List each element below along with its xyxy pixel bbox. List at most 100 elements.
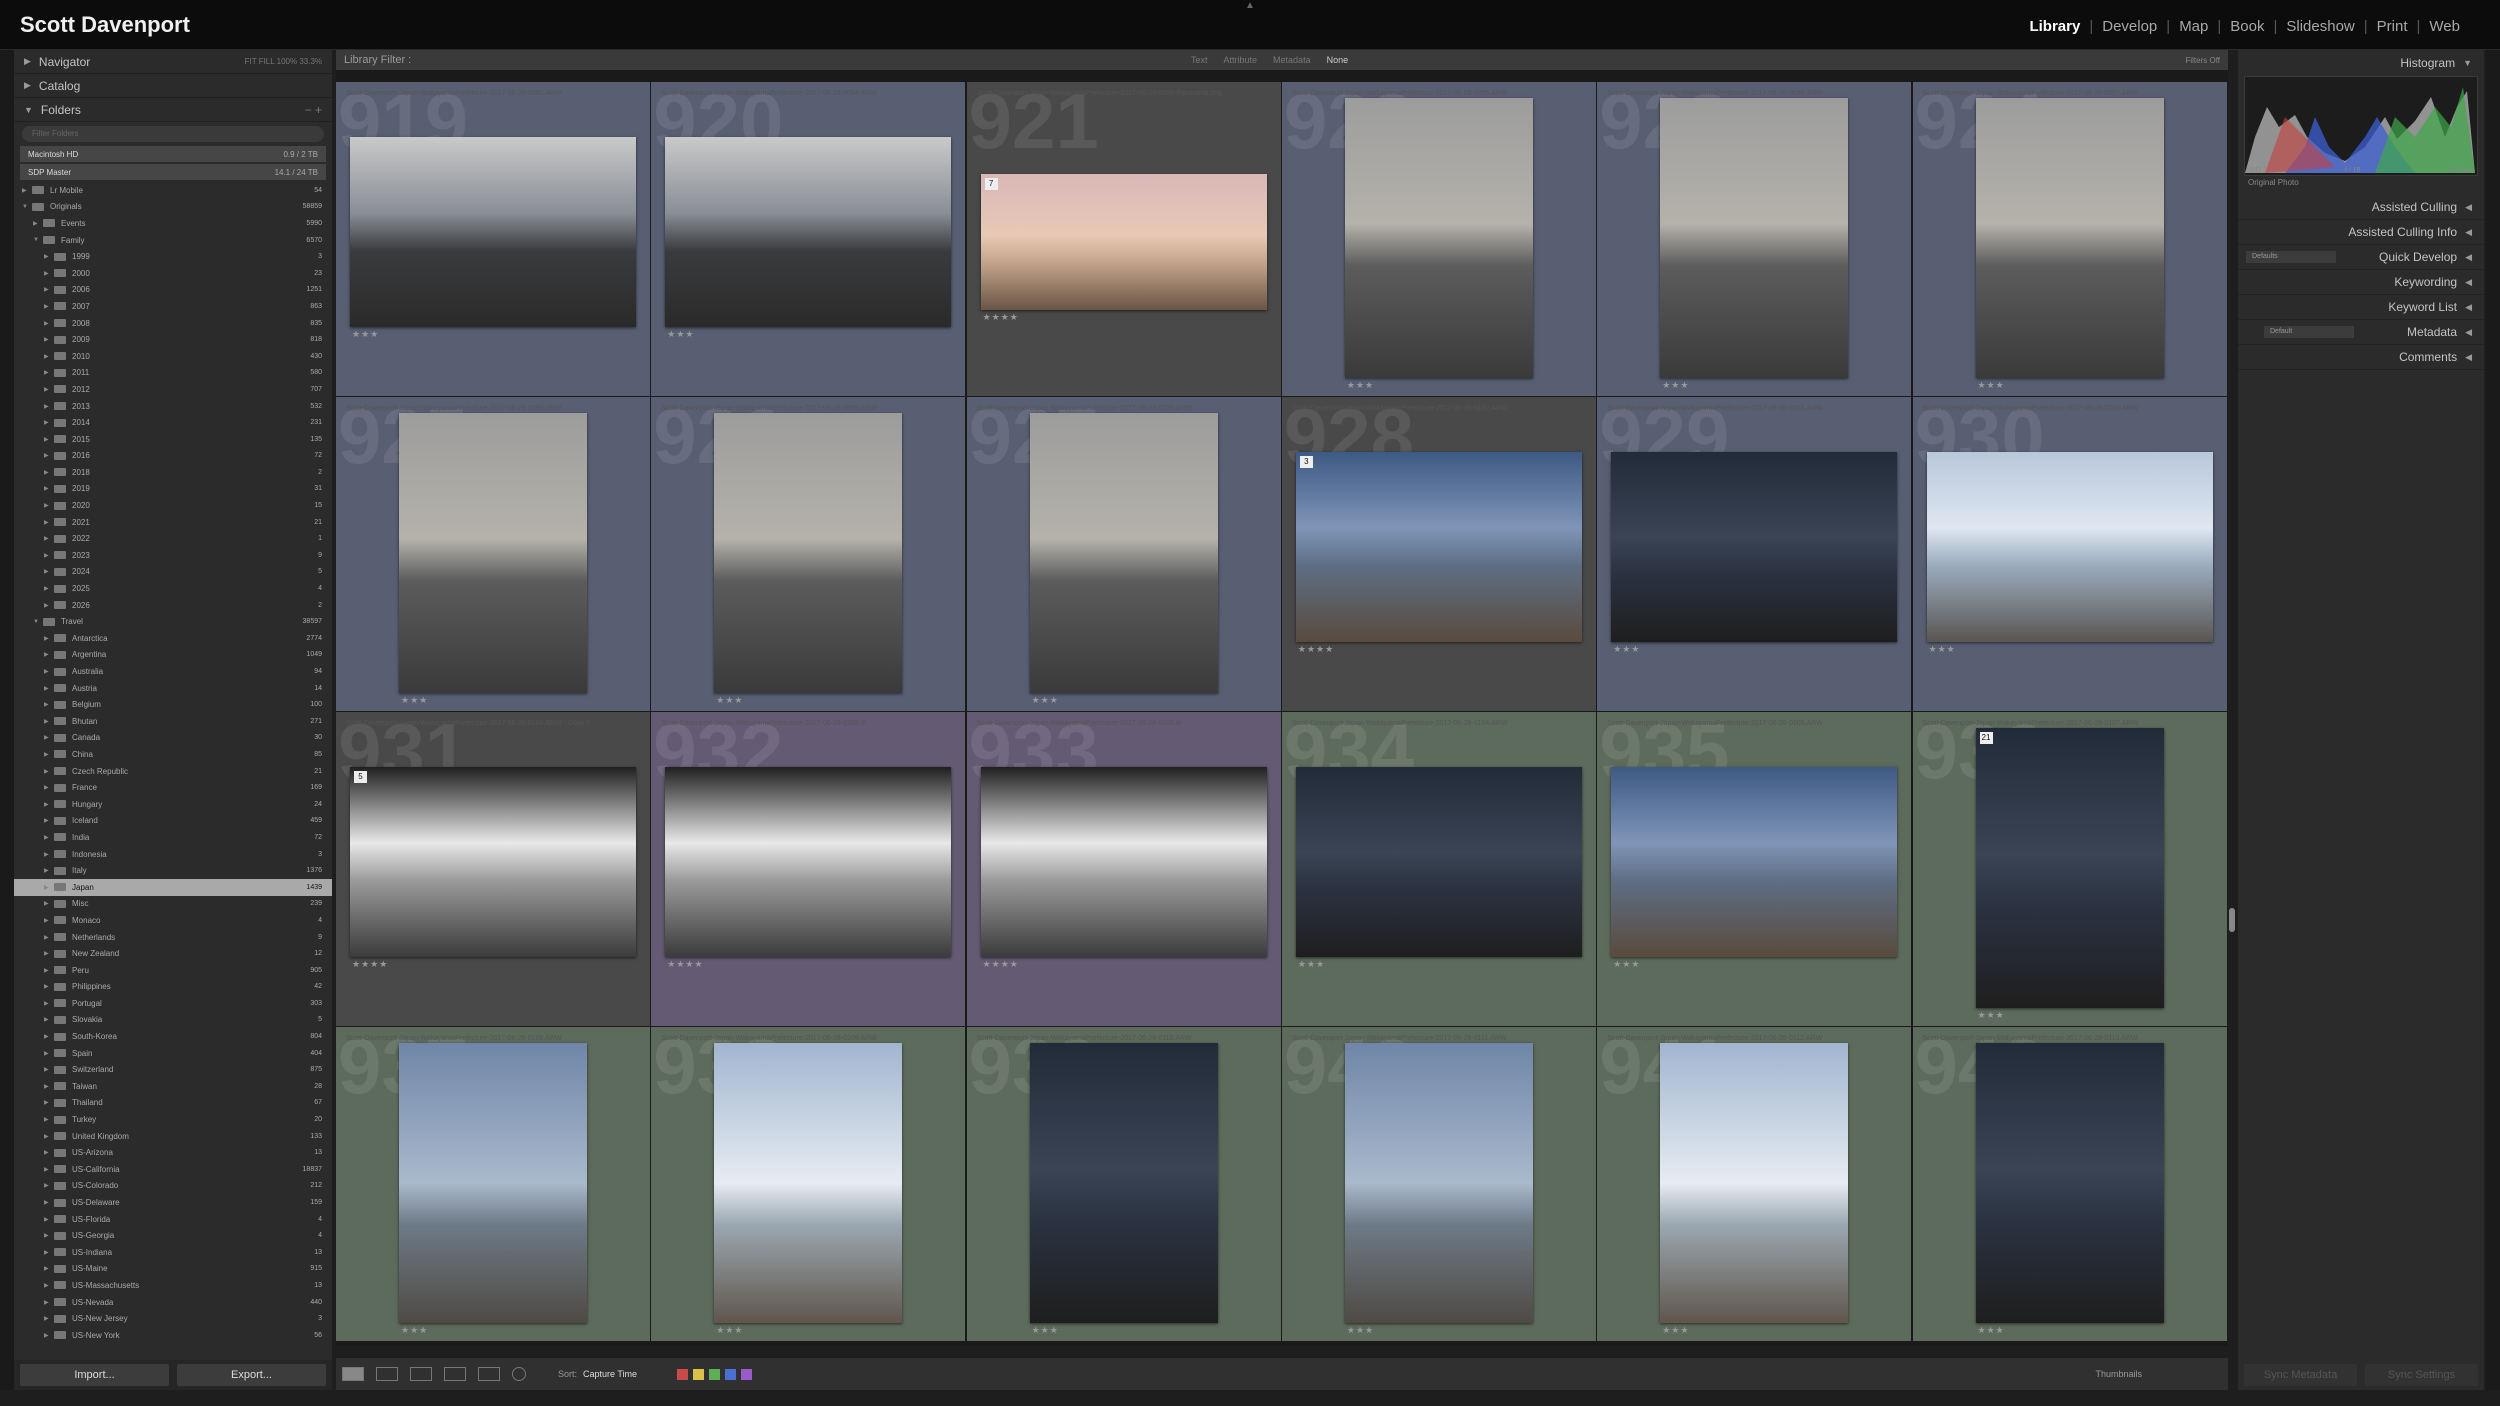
original-photo-checkbox[interactable]: Original Photo [2238,176,2484,195]
folder-row[interactable]: ▶ 2011 580 [14,365,332,382]
collapsed-triangle-icon[interactable]: ▶ [44,784,54,791]
folder-row[interactable]: ▶ Misc 239 [14,896,332,913]
catalog-header[interactable]: ▶ Catalog [14,74,332,98]
folder-row[interactable]: ▶ Peru 905 [14,962,332,979]
collapsed-triangle-icon[interactable]: ▶ [44,884,54,891]
panel-assisted-culling-info[interactable]: Assisted Culling Info ◀ [2238,220,2484,245]
folder-row[interactable]: ▼ Originals 58859 [14,199,332,216]
folder-row[interactable]: ▶ US-Georgia 4 [14,1227,332,1244]
collapsed-triangle-icon[interactable]: ▶ [44,1099,54,1106]
star-rating[interactable]: ★★★ [1978,1010,2005,1021]
star-rating[interactable]: ★★★ [1613,959,1640,970]
thumbnail-cell[interactable]: 940Scott-Davenport-Japan-WakayamaPrefect… [1281,1027,1596,1341]
collapsed-triangle-icon[interactable]: ▶ [44,535,54,542]
thumbnail-image[interactable] [1611,767,1898,957]
sync-settings-button[interactable]: Sync Settings [2365,1364,2478,1386]
filter-option-none[interactable]: None [1327,55,1349,65]
collapsed-triangle-icon[interactable]: ▶ [44,1332,54,1339]
collapsed-triangle-icon[interactable]: ▶ [44,834,54,841]
collapsed-triangle-icon[interactable]: ▶ [44,1133,54,1140]
collapsed-triangle-icon[interactable]: ▶ [44,768,54,775]
collapsed-triangle-icon[interactable]: ▶ [44,1066,54,1073]
thumbnail-image[interactable] [1344,98,1533,378]
collapsed-triangle-icon[interactable]: ▶ [44,585,54,592]
collapsed-triangle-icon[interactable]: ▶ [44,1282,54,1289]
thumbnail-cell[interactable]: 936Scott-Davenport-Japan-WakayamaPrefect… [1912,712,2227,1026]
thumbnail-image[interactable] [399,1043,587,1323]
folder-row[interactable]: ▶ 2008 835 [14,315,332,332]
thumbnail-image[interactable] [1295,767,1582,957]
folder-row[interactable]: ▶ Hungary 24 [14,796,332,813]
collapsed-triangle-icon[interactable]: ▶ [44,270,54,277]
collapsed-triangle-icon[interactable]: ▶ [44,386,54,393]
star-rating[interactable]: ★★★ [716,1325,743,1336]
folder-row[interactable]: ▶ Australia 94 [14,663,332,680]
thumbnail-image[interactable] [350,767,636,957]
navigator-zoom[interactable]: FIT FILL 100% 33.3% [245,57,322,66]
star-rating[interactable]: ★★★ [401,1325,428,1336]
star-rating[interactable]: ★★★ [401,695,428,706]
folder-row[interactable]: ▶ US-California 18837 [14,1161,332,1178]
thumbnail-cell[interactable]: 922Scott-Davenport-Japan-WakayamaPrefect… [1281,82,1596,396]
collapsed-triangle-icon[interactable]: ▶ [44,668,54,675]
compare-view-icon[interactable] [410,1367,432,1381]
panel-metadata[interactable]: Default Metadata ◀ [2238,320,2484,345]
module-print[interactable]: Print [2377,18,2408,35]
star-rating[interactable]: ★★★ [1929,644,1956,655]
thumbnail-cell[interactable]: 919 Scott-Davenport-Japan-WakayamaPrefect… [336,82,650,396]
folder-row[interactable]: ▶ 2015 135 [14,431,332,448]
folder-row[interactable]: ▶ US-New Jersey 3 [14,1310,332,1327]
collapsed-triangle-icon[interactable]: ▶ [44,635,54,642]
folder-row[interactable]: ▶ 2025 4 [14,580,332,597]
thumbnail-cell[interactable]: 934 Scott-Davenport-Japan-WakayamaPrefect… [1281,712,1596,1026]
color-label-0[interactable] [677,1368,689,1380]
loupe-view-icon[interactable] [376,1367,398,1381]
export-button[interactable]: Export... [177,1364,326,1386]
stack-count-badge[interactable]: 3 [1299,456,1313,468]
folder-row[interactable]: ▶ United Kingdom 133 [14,1128,332,1145]
panel-keyword-list[interactable]: Keyword List ◀ [2238,295,2484,320]
folders-header[interactable]: ▼ Folders − + [14,98,332,122]
color-label-3[interactable] [725,1368,737,1380]
folder-row[interactable]: ▶ 2014 231 [14,414,332,431]
folder-row[interactable]: ▶ Bhutan 271 [14,713,332,730]
collapsed-triangle-icon[interactable]: ▶ [44,436,54,443]
star-rating[interactable]: ★★★ [352,329,379,340]
thumbnail-cell[interactable]: 933 Scott-Davenport-Japan-WakayamaPrefect… [966,712,1281,1026]
stack-count-badge[interactable]: 21 [1979,732,1993,744]
module-develop[interactable]: Develop [2102,18,2157,35]
collapsed-triangle-icon[interactable]: ▶ [44,253,54,260]
collapsed-triangle-icon[interactable]: ▶ [44,851,54,858]
navigator-header[interactable]: ▶ Navigator FIT FILL 100% 33.3% [14,50,332,74]
folder-row[interactable]: ▶ Slovakia 5 [14,1012,332,1029]
panel-comments[interactable]: Comments ◀ [2238,345,2484,370]
folder-row[interactable]: ▶ 2012 707 [14,381,332,398]
collapsed-triangle-icon[interactable]: ▶ [44,1249,54,1256]
collapsed-triangle-icon[interactable]: ▶ [44,369,54,376]
thumbnail-image[interactable] [1611,452,1898,642]
collapsed-triangle-icon[interactable]: ▶ [44,1182,54,1189]
collapsed-triangle-icon[interactable]: ▶ [44,286,54,293]
collapsed-triangle-icon[interactable]: ▶ [44,1299,54,1306]
collapsed-triangle-icon[interactable]: ▶ [44,469,54,476]
folder-row[interactable]: ▶ 2019 31 [14,481,332,498]
collapsed-triangle-icon[interactable]: ▶ [33,220,43,227]
thumbnail-image[interactable] [1029,1043,1218,1323]
thumbnail-cell[interactable]: 942Scott-Davenport-Japan-WakayamaPrefect… [1912,1027,2227,1341]
collapsed-triangle-icon[interactable]: ▶ [44,336,54,343]
module-slideshow[interactable]: Slideshow [2286,18,2354,35]
thumbnail-image[interactable] [1975,98,2164,378]
filters-off-dropdown[interactable]: Filters Off [2185,56,2220,65]
thumbnail-cell[interactable]: 930 Scott-Davenport-Japan-WakayamaPrefect… [1912,397,2227,711]
collapsed-triangle-icon[interactable]: ▶ [44,1016,54,1023]
folder-row[interactable]: ▶ US-Massachusetts 13 [14,1277,332,1294]
folder-row[interactable]: ▶ Argentina 1049 [14,647,332,664]
folder-row[interactable]: ▶ US-Indiana 13 [14,1244,332,1261]
collapsed-triangle-icon[interactable]: ▶ [44,1265,54,1272]
collapsed-triangle-icon[interactable]: ▶ [44,1149,54,1156]
star-rating[interactable]: ★★★★ [983,312,1019,323]
collapsed-triangle-icon[interactable]: ▶ [44,1199,54,1206]
collapsed-triangle-icon[interactable]: ▶ [44,1116,54,1123]
histogram-graph[interactable]: ISO 1 f / 18 1/10 sec [2244,76,2478,176]
thumbnail-cell[interactable]: 941Scott-Davenport-Japan-WakayamaPrefect… [1597,1027,1912,1341]
